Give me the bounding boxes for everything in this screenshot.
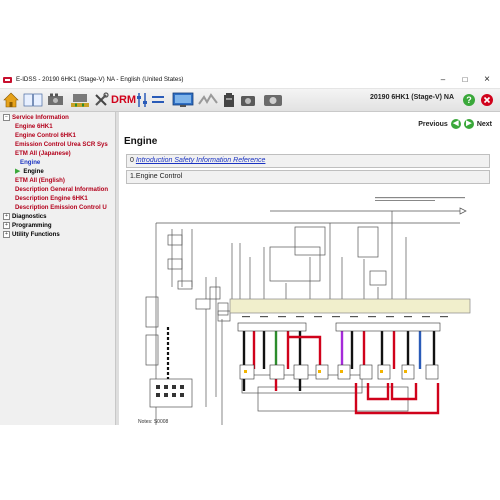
tree-item-label: Engine xyxy=(20,159,41,166)
help-icon[interactable]: ? xyxy=(462,92,476,108)
tree-item[interactable]: Engine Control 6HK1 xyxy=(15,131,76,140)
section-number: 0 xyxy=(130,157,134,164)
monitor-icon[interactable] xyxy=(172,92,194,108)
drm-button[interactable]: DRM xyxy=(111,92,136,108)
tree-item-label: Service Information xyxy=(12,114,69,121)
expand-icon[interactable]: + xyxy=(3,221,10,229)
tree-item-label: Engine xyxy=(23,168,44,175)
page-title: Engine xyxy=(124,136,158,147)
engine-icon[interactable] xyxy=(46,92,66,108)
app-logo-icon xyxy=(3,77,12,83)
next-arrow-icon[interactable]: ▶ xyxy=(463,119,474,129)
section-introduction[interactable]: 0 Introduction Safety Information Refere… xyxy=(126,154,490,168)
tree-item[interactable]: Engine 6HK1 xyxy=(15,122,53,131)
tree-item[interactable]: + Diagnostics xyxy=(3,212,47,221)
tree-item[interactable]: + Programming xyxy=(3,221,52,230)
tree-item-label: Description General Information xyxy=(15,186,109,193)
signal-icon[interactable] xyxy=(198,92,218,108)
wiring-lines xyxy=(145,207,467,425)
tree-item-label: ETM All (English) xyxy=(15,177,65,184)
tree-item-label: Description Emission Control U xyxy=(15,204,107,211)
exit-icon[interactable] xyxy=(480,92,494,108)
maximize-button[interactable]: □ xyxy=(454,72,476,88)
harness-connectors xyxy=(237,322,441,380)
window-title: E-IDSS - 20190 6HK1 (Stage-V) NA - Engli… xyxy=(16,76,184,83)
app-window: E-IDSS - 20190 6HK1 (Stage-V) NA - Engli… xyxy=(0,72,500,425)
gauge-icon[interactable] xyxy=(263,92,283,108)
tree-item[interactable]: Description Emission Control U xyxy=(15,203,107,212)
close-button[interactable]: × xyxy=(476,72,498,88)
tree-item[interactable]: ETM All (English) xyxy=(15,176,65,185)
next-label[interactable]: Next xyxy=(477,121,492,128)
tree-item[interactable]: − Service Information xyxy=(3,113,69,122)
tree-item[interactable]: Engine xyxy=(20,158,40,167)
tree-item-label: Emission Control Urea SCR Sys xyxy=(15,141,108,148)
navigation-tree: − Service Information Engine 6HK1 Engine Co… xyxy=(0,112,116,425)
expand-icon[interactable]: + xyxy=(3,230,10,238)
tree-item-label: Description Engine 6HK1 xyxy=(15,195,88,202)
introduction-link[interactable]: Introduction Safety Information Referenc… xyxy=(136,157,266,164)
tree-item[interactable]: ETM All (Japanese) xyxy=(15,149,71,158)
tree-item[interactable]: Description Engine 6HK1 xyxy=(15,194,88,203)
tree-item-label: ETM All (Japanese) xyxy=(15,150,71,157)
collapse-icon[interactable]: − xyxy=(3,113,10,121)
page-navigation: Previous ◀ ▶ Next xyxy=(418,118,492,130)
tree-item-label: Diagnostics xyxy=(12,213,47,220)
list-icon[interactable] xyxy=(151,92,165,108)
tree-item-label: Engine 6HK1 xyxy=(15,123,53,130)
connector-pin-labels xyxy=(242,316,448,318)
camera-icon[interactable] xyxy=(240,92,256,108)
ground-connector xyxy=(195,298,211,310)
expand-icon[interactable]: + xyxy=(3,212,10,220)
previous-arrow-icon[interactable]: ◀ xyxy=(450,119,461,129)
book-icon[interactable] xyxy=(23,92,43,108)
sliders-icon[interactable] xyxy=(135,92,149,108)
tree-item-label: Programming xyxy=(12,222,52,229)
previous-label[interactable]: Previous xyxy=(418,121,448,128)
panel-splitter[interactable] xyxy=(116,112,119,425)
svg-text:?: ? xyxy=(466,95,472,105)
tree-item[interactable]: ▶ Engine xyxy=(15,167,44,176)
ecm-connector-block xyxy=(229,298,471,314)
toolbar: DRM 20190 6HK1 (Stage-V) NA ? xyxy=(0,89,500,112)
current-item-arrow-icon: ▶ xyxy=(15,168,21,175)
tree-item-label: Utility Functions xyxy=(12,231,60,238)
tree-item[interactable]: Description General Information xyxy=(15,185,108,194)
tree-item-label: Engine Control 6HK1 xyxy=(15,132,76,139)
home-icon[interactable] xyxy=(3,92,19,108)
minimize-button[interactable]: – xyxy=(432,72,454,88)
diagram-header-note xyxy=(375,197,465,201)
title-bar: E-IDSS - 20190 6HK1 (Stage-V) NA - Engli… xyxy=(0,72,500,89)
content-pane: Previous ◀ ▶ Next Engine 0 Introduction … xyxy=(120,112,500,425)
tools-icon[interactable] xyxy=(93,92,109,108)
wiring-diagram: Notes: S0008 xyxy=(138,197,471,425)
tree-item[interactable]: + Utility Functions xyxy=(3,230,60,239)
section-engine-control[interactable]: 1.Engine Control xyxy=(126,170,490,184)
diagram-caption: Notes: S0008 xyxy=(138,419,169,425)
section-label: Engine Control xyxy=(135,173,183,180)
battery-icon[interactable] xyxy=(222,92,236,108)
tree-item[interactable]: Emission Control Urea SCR Sys xyxy=(15,140,108,149)
model-label: 20190 6HK1 (Stage-V) NA xyxy=(370,94,455,101)
sensor-icon[interactable] xyxy=(70,92,90,108)
